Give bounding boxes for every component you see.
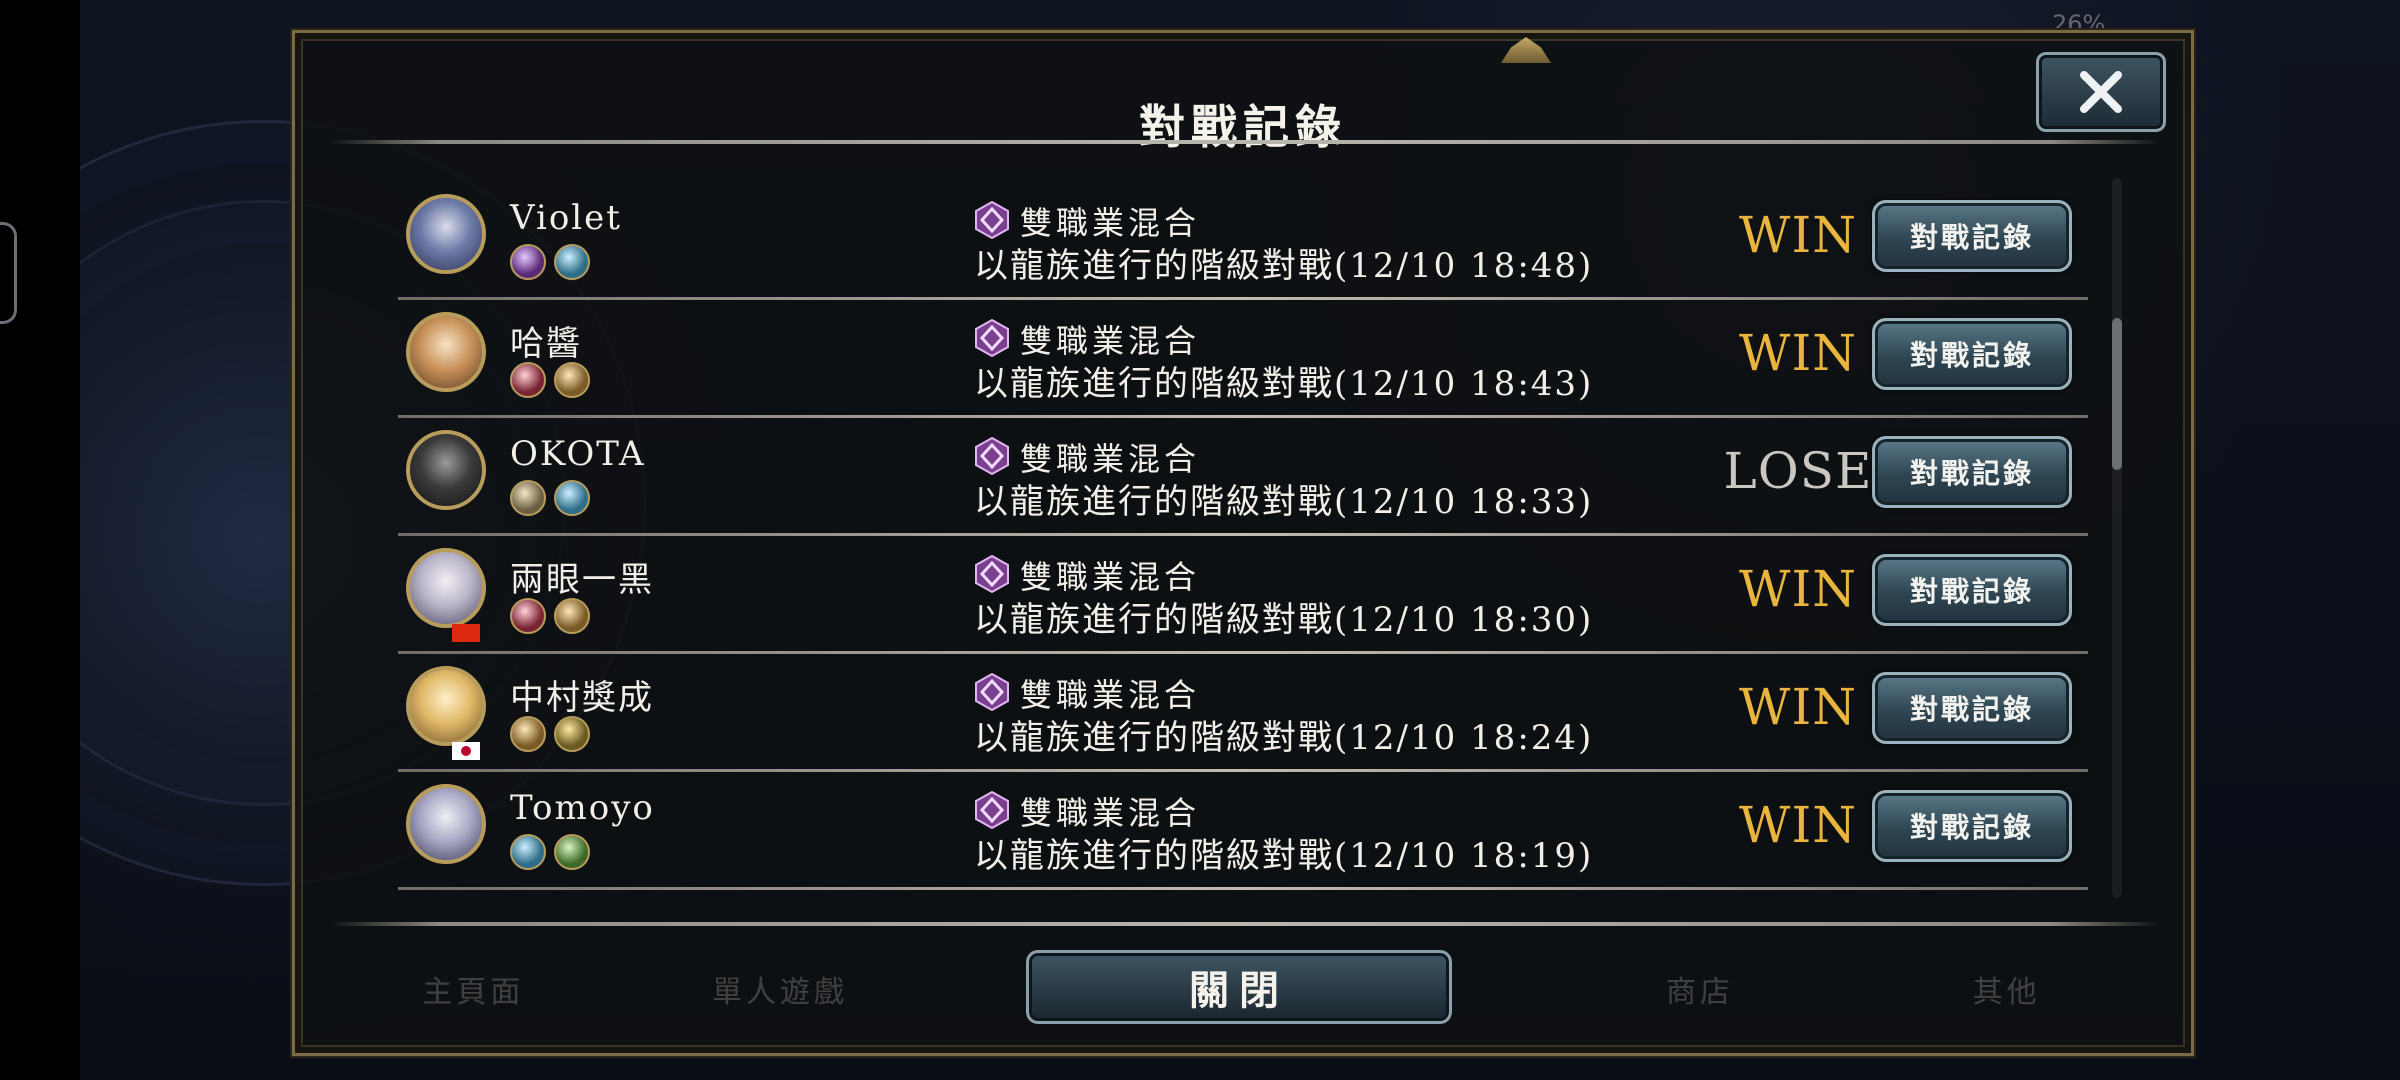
footer-nav-item: 主頁面 xyxy=(422,975,525,1010)
match-row: Violet 雙職業混合 以龍族進行的階級對戰(12/10 18:48) WIN 對戰記… xyxy=(398,178,2088,300)
mixed-format-icon xyxy=(975,318,1009,358)
player-name: OKOTA xyxy=(510,434,646,474)
footer-nav-item: 其他 xyxy=(1972,975,2041,1010)
match-row: 中村獎成 雙職業混合 以龍族進行的階級對戰(12/10 18:24) WIN 對戰記錄 xyxy=(398,650,2088,772)
match-description: 以龍族進行的階級對戰(12/10 18:19) xyxy=(974,836,1594,876)
match-row: OKOTA 雙職業混合 以龍族進行的階級對戰(12/10 18:33) LOSE 對戰記… xyxy=(398,414,2088,536)
havencraft-icon xyxy=(554,598,590,634)
footer-nav-item: 單人遊戲 xyxy=(712,975,848,1010)
match-description: 以龍族進行的階級對戰(12/10 18:43) xyxy=(974,364,1594,404)
bottom-divider xyxy=(330,922,2160,926)
swordcraft-icon xyxy=(510,480,546,516)
match-description: 以龍族進行的階級對戰(12/10 18:33) xyxy=(974,482,1594,522)
portalcraft-icon xyxy=(554,244,590,280)
player-name: 哈醬 xyxy=(510,324,582,364)
player-name: 兩眼一黑 xyxy=(510,560,654,600)
match-row: Tomoyo 雙職業混合 以龍族進行的階級對戰(12/10 18:19) WIN 對戰記… xyxy=(398,768,2088,890)
player-avatar[interactable] xyxy=(406,784,486,864)
footer-nav-item: 商店 xyxy=(1666,975,1735,1010)
player-avatar[interactable] xyxy=(406,312,486,392)
match-row: 兩眼一黑 雙職業混合 以龍族進行的階級對戰(12/10 18:30) WIN 對戰記錄 xyxy=(398,532,2088,654)
portalcraft-icon xyxy=(554,480,590,516)
match-result: WIN xyxy=(1739,206,1857,264)
mixed-format-icon xyxy=(975,790,1009,830)
list-scrollbar[interactable] xyxy=(2112,178,2122,898)
view-battle-record-button[interactable]: 對戰記錄 xyxy=(1872,318,2072,390)
match-description: 以龍族進行的階級對戰(12/10 18:48) xyxy=(974,246,1594,286)
abysscraft-icon xyxy=(510,244,546,280)
bloodcraft-icon xyxy=(510,362,546,398)
match-result: LOSE xyxy=(1723,442,1873,500)
view-battle-record-button[interactable]: 對戰記錄 xyxy=(1872,672,2072,744)
view-battle-record-button[interactable]: 對戰記錄 xyxy=(1872,554,2072,626)
player-avatar[interactable] xyxy=(406,666,486,746)
mixed-format-icon xyxy=(975,200,1009,240)
screen-left-bar xyxy=(0,0,80,1080)
match-list[interactable]: Violet 雙職業混合 以龍族進行的階級對戰(12/10 18:48) WIN 對戰記… xyxy=(398,178,2088,902)
bloodcraft-icon xyxy=(510,598,546,634)
match-description: 以龍族進行的階級對戰(12/10 18:30) xyxy=(974,600,1594,640)
list-scrollbar-thumb[interactable] xyxy=(2112,318,2122,470)
japan-flag-icon xyxy=(452,742,480,760)
forestcraft-icon xyxy=(554,834,590,870)
view-battle-record-button[interactable]: 對戰記錄 xyxy=(1872,200,2072,272)
title-divider xyxy=(330,140,2160,144)
dialog-title: 對戰記錄 xyxy=(1139,100,1347,154)
havencraft-icon xyxy=(554,362,590,398)
match-result: WIN xyxy=(1739,560,1857,618)
portalcraft-icon xyxy=(510,834,546,870)
player-avatar[interactable] xyxy=(406,548,486,628)
china-flag-icon xyxy=(452,624,480,642)
havencraft-icon xyxy=(510,716,546,752)
player-name: 中村獎成 xyxy=(510,678,654,718)
player-name: Tomoyo xyxy=(510,788,655,828)
close-x-button[interactable] xyxy=(2036,52,2166,132)
view-battle-record-button[interactable]: 對戰記錄 xyxy=(1872,436,2072,508)
match-result: WIN xyxy=(1739,796,1857,854)
shadowcraft-icon xyxy=(554,716,590,752)
side-drawer-handle[interactable] xyxy=(0,222,17,324)
row-divider xyxy=(398,887,2088,890)
match-result: WIN xyxy=(1739,678,1857,736)
dialog-crest-ornament xyxy=(1501,37,1551,63)
match-description: 以龍族進行的階級對戰(12/10 18:24) xyxy=(974,718,1594,758)
match-row: 哈醬 雙職業混合 以龍族進行的階級對戰(12/10 18:43) WIN 對戰記錄 xyxy=(398,296,2088,418)
mixed-format-icon xyxy=(975,554,1009,594)
player-avatar[interactable] xyxy=(406,194,486,274)
player-avatar[interactable] xyxy=(406,430,486,510)
mixed-format-icon xyxy=(975,672,1009,712)
close-icon xyxy=(2080,71,2122,113)
close-button[interactable]: 關閉 xyxy=(1026,950,1452,1024)
player-name: Violet xyxy=(510,198,622,238)
mixed-format-icon xyxy=(975,436,1009,476)
view-battle-record-button[interactable]: 對戰記錄 xyxy=(1872,790,2072,862)
match-result: WIN xyxy=(1739,324,1857,382)
